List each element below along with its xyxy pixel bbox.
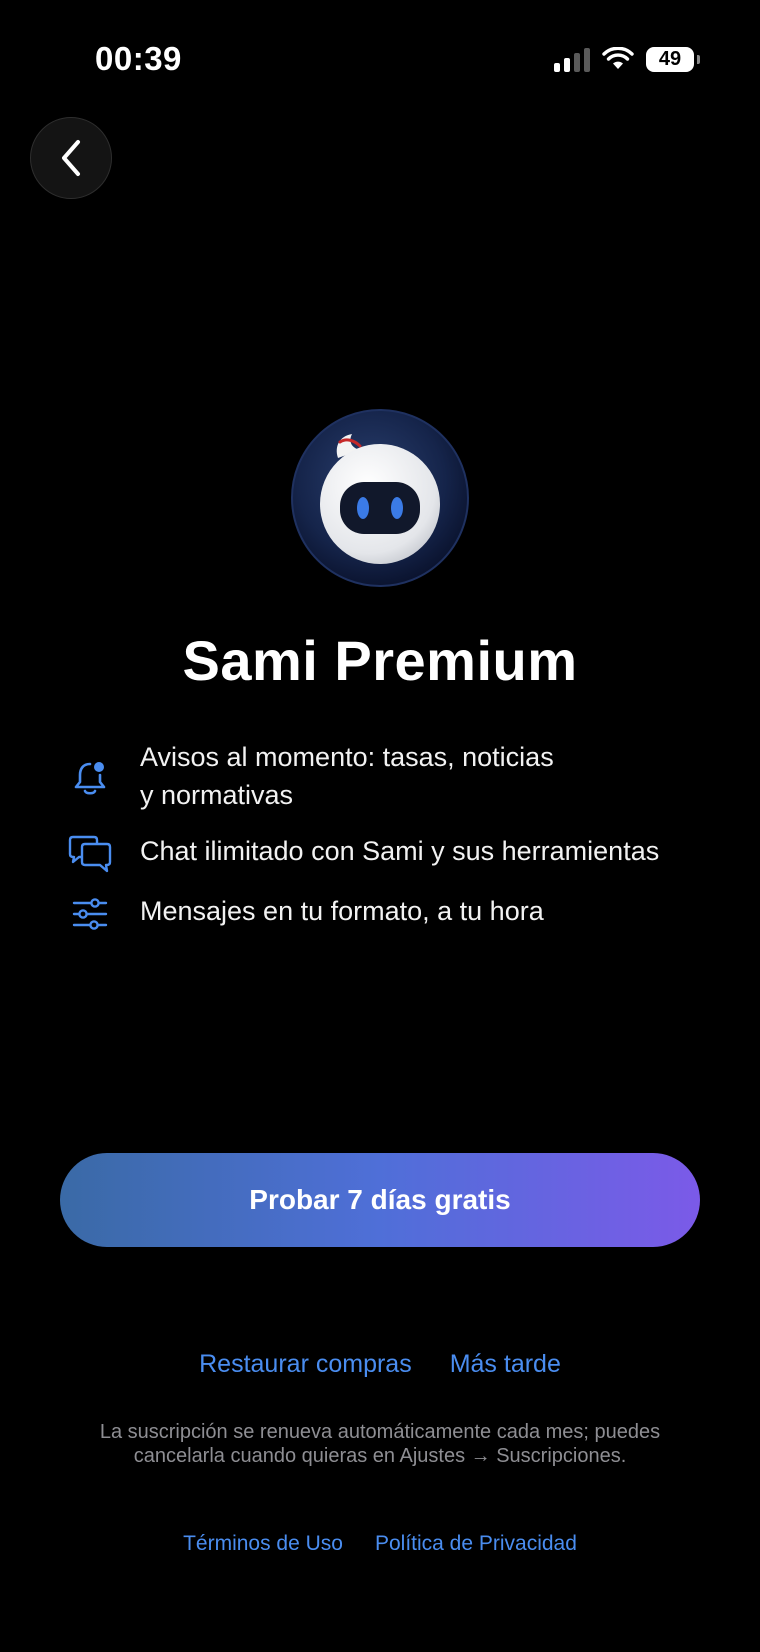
feature-item-alerts: Avisos al momento: tasas, noticias y nor… [62,738,722,814]
terms-of-use-link[interactable]: Términos de Uso [183,1532,343,1556]
feature-text-chat: Chat ilimitado con Sami y sus herramient… [140,836,660,866]
secondary-links: Restaurar compras Más tarde [0,1350,760,1379]
robot-mascot-icon [291,409,469,587]
chat-bubbles-icon [62,832,118,876]
wifi-icon [602,47,634,69]
back-button[interactable] [30,117,112,199]
start-trial-button[interactable]: Probar 7 días gratis [60,1153,700,1247]
later-link[interactable]: Más tarde [450,1350,561,1379]
chevron-left-icon [62,140,80,176]
status-indicators: 49 [554,46,700,72]
legal-links: Términos de Uso Política de Privacidad [0,1532,760,1556]
page-title: Sami Premium [182,629,578,692]
status-time: 00:39 [95,40,182,77]
feature-text-format: Mensajes en tu formato, a tu hora [140,896,544,926]
privacy-policy-link[interactable]: Política de Privacidad [375,1532,577,1556]
restore-purchases-link[interactable]: Restaurar compras [199,1350,412,1379]
sliders-icon [62,892,118,936]
feature-item-chat: Chat ilimitado con Sami y sus herramient… [62,832,722,876]
battery-level: 49 [658,47,682,70]
bell-badge-icon [62,756,118,800]
feature-text-alerts: Avisos al momento: tasas, noticias y nor… [140,742,554,810]
battery-icon: 49 [646,46,700,72]
subscription-notice: La suscripción se renueva automáticament… [99,1421,661,1467]
feature-item-format: Mensajes en tu formato, a tu hora [62,892,722,936]
cellular-signal-icon [554,46,590,72]
